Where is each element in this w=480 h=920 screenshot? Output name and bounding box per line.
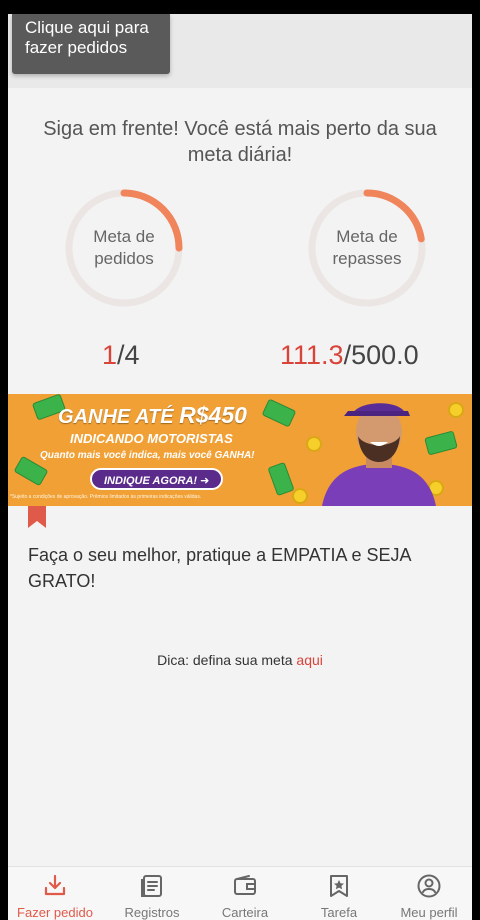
referral-promo-banner[interactable]: GANHE ATÉ R$450 INDICANDO MOTORISTAS Qua…	[8, 394, 472, 506]
motivation-line-2: meta diária!	[187, 144, 293, 166]
refer-now-button[interactable]: INDIQUE AGORA! ➜	[90, 468, 224, 490]
records-icon	[141, 875, 162, 897]
orders-goal-ring[interactable]: Meta de pedidos	[62, 186, 186, 310]
money-note-icon	[261, 398, 297, 428]
motivation-message: Siga em frente! Você está mais perto da …	[8, 116, 472, 168]
coin-icon	[292, 488, 308, 504]
banner-subtitle: INDICANDO MOTORISTAS	[70, 431, 233, 446]
transfers-target: 500.0	[351, 340, 419, 370]
coin-icon	[448, 402, 464, 418]
money-note-icon	[267, 461, 295, 497]
goal-hint: Dica: defina sua meta aqui	[8, 652, 472, 668]
transfers-label-line-1: Meta de	[336, 227, 398, 246]
task-badge-icon	[330, 875, 348, 897]
bookmark-icon	[28, 506, 46, 528]
set-goal-link[interactable]: aqui	[296, 652, 322, 668]
orders-label-line-1: Meta de	[93, 227, 155, 246]
tab-wallet[interactable]: Carteira	[200, 873, 290, 920]
orders-goal-label: Meta de pedidos	[62, 186, 186, 310]
orders-separator: /	[117, 340, 125, 370]
promo-person-illustration	[322, 403, 436, 506]
tab-task[interactable]: Tarefa	[294, 873, 384, 920]
transfers-label-line-2: repasses	[332, 249, 402, 268]
motivation-line-1: Siga em frente! Você está mais perto da …	[43, 118, 437, 140]
tab-my-profile[interactable]: Meu perfil	[384, 873, 472, 920]
transfers-separator: /	[343, 340, 352, 370]
transfers-goal-ring[interactable]: Meta de repasses	[305, 186, 429, 310]
download-tray-icon	[44, 874, 66, 896]
tab-label: Meu perfil	[400, 905, 458, 920]
orders-target: 4	[124, 340, 140, 370]
goal-hint-text: Dica: defina sua meta	[157, 652, 293, 668]
banner-tagline: Quanto mais você indica, mais você GANHA…	[40, 450, 255, 461]
tab-label: Registros	[124, 905, 180, 920]
tab-label: Fazer pedido	[17, 905, 93, 920]
tab-label: Carteira	[221, 905, 269, 920]
banner-headline-prefix: GANHE ATÉ	[58, 406, 174, 428]
orders-current: 1	[102, 340, 118, 370]
transfers-current: 111.3	[280, 340, 344, 370]
make-order-tooltip[interactable]: Clique aqui para fazer pedidos	[12, 14, 170, 74]
tab-records[interactable]: Registros	[107, 873, 197, 920]
tab-label: Tarefa	[320, 905, 358, 920]
transfers-goal-label: Meta de repasses	[305, 186, 429, 310]
app-screen: Clique aqui para fazer pedidos Siga em f…	[8, 14, 472, 920]
bottom-tab-bar: Fazer pedido Registros Carteira Tarefa M…	[8, 866, 472, 920]
orders-goal-value: 1/4	[102, 340, 140, 371]
transfers-goal-value: 111.3/500.0	[280, 340, 419, 371]
tooltip-line-2: fazer pedidos	[25, 38, 128, 57]
profile-icon	[417, 874, 441, 898]
banner-fine-print: *Sujeito a condições de aprovação. Prêmi…	[10, 494, 202, 500]
wallet-icon	[234, 875, 256, 895]
orders-label-line-2: pedidos	[94, 249, 154, 268]
tooltip-line-1: Clique aqui para	[25, 18, 149, 37]
motivational-tip: Faça o seu melhor, pratique a EMPATIA e …	[28, 545, 411, 591]
tab-make-order[interactable]: Fazer pedido	[10, 873, 100, 920]
banner-headline: GANHE ATÉ R$450	[58, 402, 247, 429]
banner-headline-amount: R$450	[179, 402, 247, 428]
